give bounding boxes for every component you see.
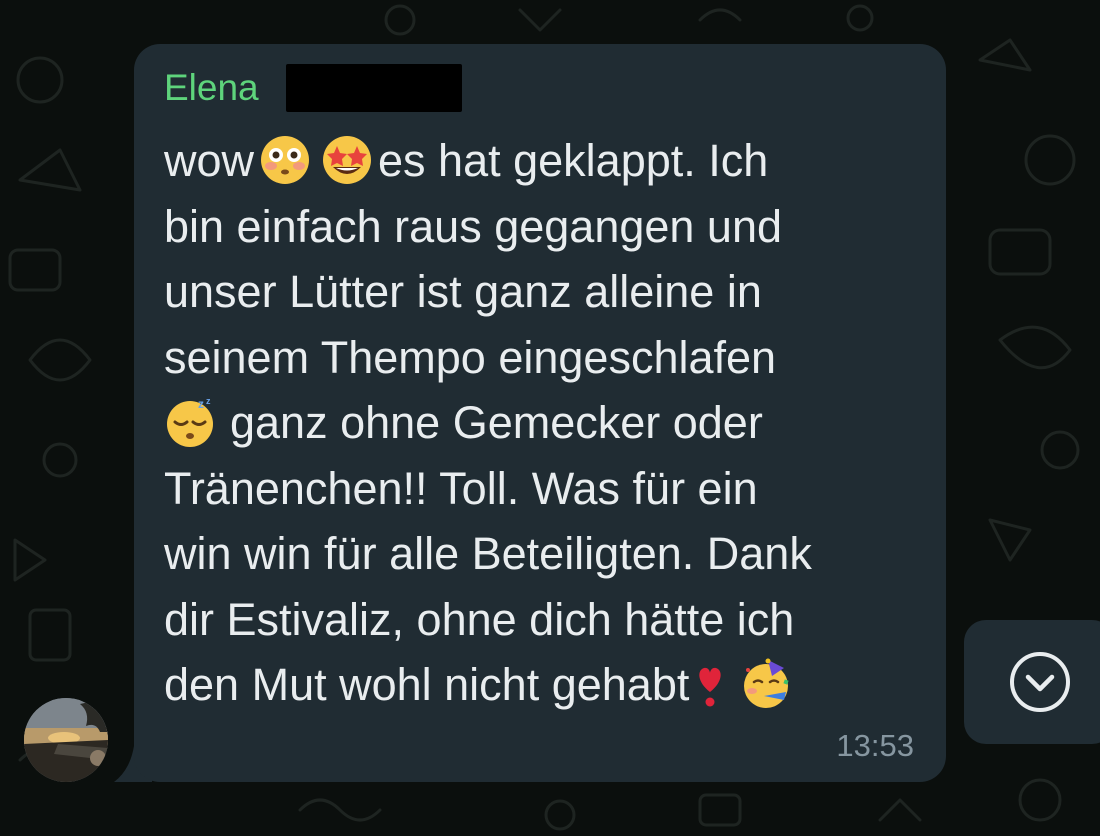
star-struck-emoji	[321, 134, 373, 186]
message-line: win win für alle Beteiligten. Dank	[164, 528, 812, 579]
svg-text:z: z	[206, 396, 211, 406]
sender-name[interactable]: Elena	[164, 66, 259, 110]
flushed-face-emoji	[259, 134, 311, 186]
message-line: seinem Thempo eingeschlafen	[164, 331, 777, 383]
message-line: Tränenchen!! Toll. Was für ein	[164, 462, 758, 514]
message-line: unser Lütter ist ganz alleine in	[164, 266, 762, 317]
avatar-image	[24, 698, 108, 782]
chevron-down-circle-icon	[1010, 652, 1070, 712]
heart-exclamation-emoji	[695, 658, 725, 710]
message-text: wow es hat geklappt. Ich bin einfach rau…	[164, 128, 934, 718]
scroll-to-bottom-button[interactable]	[964, 620, 1100, 744]
message-line: bin einfach raus gegangen und	[164, 200, 783, 252]
partying-face-emoji	[740, 658, 792, 710]
message-bubble[interactable]: Elena wow es hat geklappt. Ich bin einfa…	[134, 44, 946, 782]
svg-text:z: z	[198, 397, 204, 411]
message-line: wow es hat geklappt. Ich	[164, 134, 769, 186]
message-line: z z ganz ohne Gemecker oder	[164, 390, 934, 456]
message-line: den Mut wohl nicht gehabt	[164, 652, 934, 718]
sleeping-face-emoji: z z	[164, 396, 216, 448]
redaction-bar	[286, 64, 462, 112]
sender-avatar[interactable]	[24, 698, 108, 782]
message-line: dir Estivaliz, ohne dich hätte ich	[164, 593, 795, 645]
message-timestamp: 13:53	[836, 728, 914, 763]
